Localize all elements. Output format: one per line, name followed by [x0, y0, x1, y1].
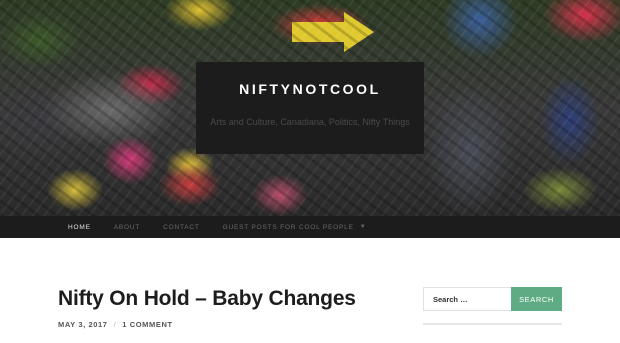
search-button[interactable]: SEARCH	[511, 287, 562, 311]
post-date[interactable]: MAY 3, 2017	[58, 320, 108, 329]
nav-item-contact[interactable]: CONTACT	[163, 224, 200, 231]
yellow-arrow-graphic	[292, 12, 374, 52]
nav-item-label: CONTACT	[163, 223, 200, 231]
main-navigation: HOME ABOUT CONTACT GUEST POSTS FOR COOL …	[0, 216, 620, 238]
post-title[interactable]: Nifty On Hold – Baby Changes	[58, 287, 356, 311]
caret-down-icon: ▼	[359, 224, 367, 230]
site-title[interactable]: NIFTYNOTCOOL	[196, 81, 424, 97]
search-input[interactable]	[423, 287, 512, 311]
header-banner: NIFTYNOTCOOL Arts and Culture, Canadiana…	[0, 0, 620, 216]
post-comments-link[interactable]: 1 COMMENT	[122, 320, 172, 329]
nav-item-label: ABOUT	[113, 223, 141, 231]
site-tagline: Arts and Culture, Canadiana, Politics, N…	[210, 117, 410, 127]
site-branding: NIFTYNOTCOOL Arts and Culture, Canadiana…	[196, 62, 424, 154]
nav-item-label: HOME	[68, 223, 91, 231]
meta-separator: /	[113, 320, 117, 329]
nav-item-label: GUEST POSTS FOR COOL PEOPLE	[222, 223, 354, 231]
nav-item-about[interactable]: ABOUT	[114, 224, 140, 231]
sidebar-divider	[423, 323, 562, 325]
nav-item-home[interactable]: HOME	[68, 224, 91, 231]
nav-item-guest-posts[interactable]: GUEST POSTS FOR COOL PEOPLE ▼	[223, 224, 367, 231]
post-meta: MAY 3, 2017 / 1 COMMENT	[58, 320, 173, 329]
